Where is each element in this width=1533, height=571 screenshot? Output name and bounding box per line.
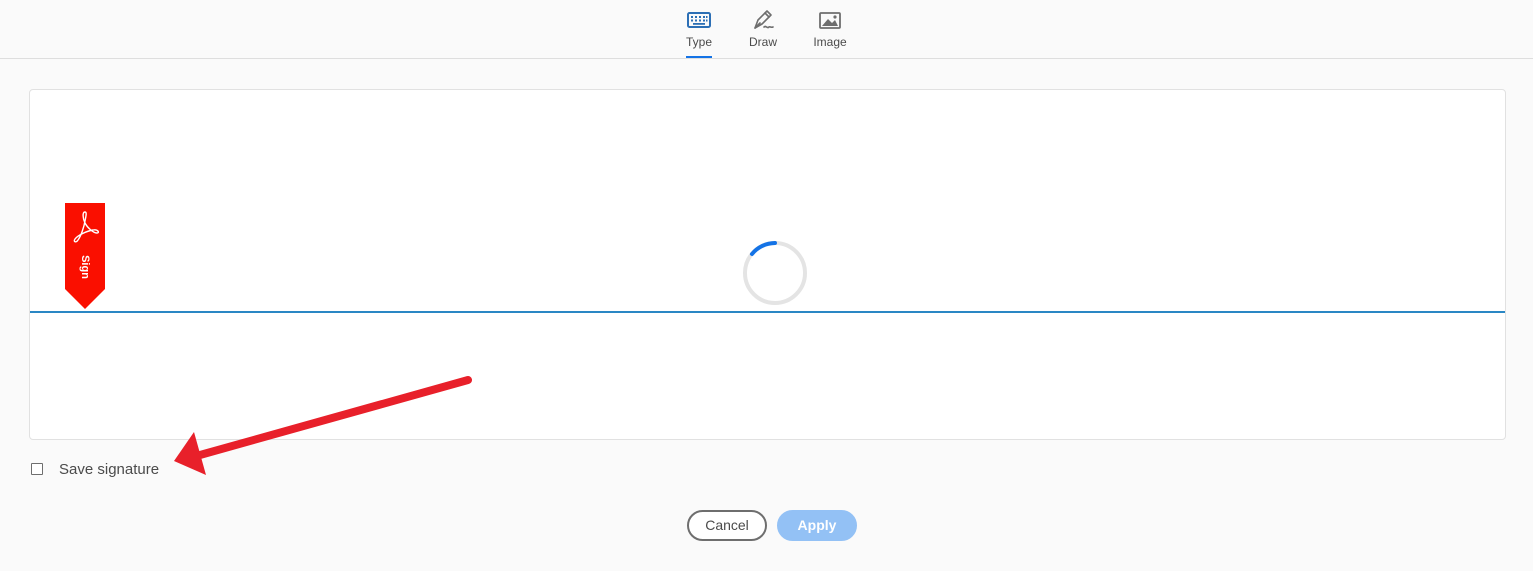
- pen-icon: [754, 10, 774, 29]
- cancel-button[interactable]: Cancel: [687, 510, 767, 541]
- keyboard-icon: [687, 12, 711, 28]
- sign-flag-label: Sign: [79, 255, 91, 279]
- save-signature-checkbox[interactable]: [31, 463, 43, 475]
- image-icon: [819, 12, 841, 29]
- save-signature-label[interactable]: Save signature: [59, 461, 159, 478]
- tab-draw-label: Draw: [748, 35, 777, 49]
- signature-canvas[interactable]: Sign: [29, 89, 1506, 440]
- active-tab-indicator: [686, 56, 712, 58]
- tab-type-label: Type: [686, 35, 713, 49]
- apply-button[interactable]: Apply: [777, 510, 857, 541]
- signature-mode-tabs: Type Draw Image: [0, 0, 1533, 59]
- signature-baseline: [30, 311, 1505, 313]
- tab-type[interactable]: Type: [686, 0, 712, 58]
- sign-here-flag: Sign: [65, 203, 105, 309]
- tab-image[interactable]: Image: [812, 0, 848, 58]
- tab-image-label: Image: [813, 35, 847, 49]
- tab-draw[interactable]: Draw: [746, 0, 780, 58]
- loading-spinner: [743, 241, 807, 305]
